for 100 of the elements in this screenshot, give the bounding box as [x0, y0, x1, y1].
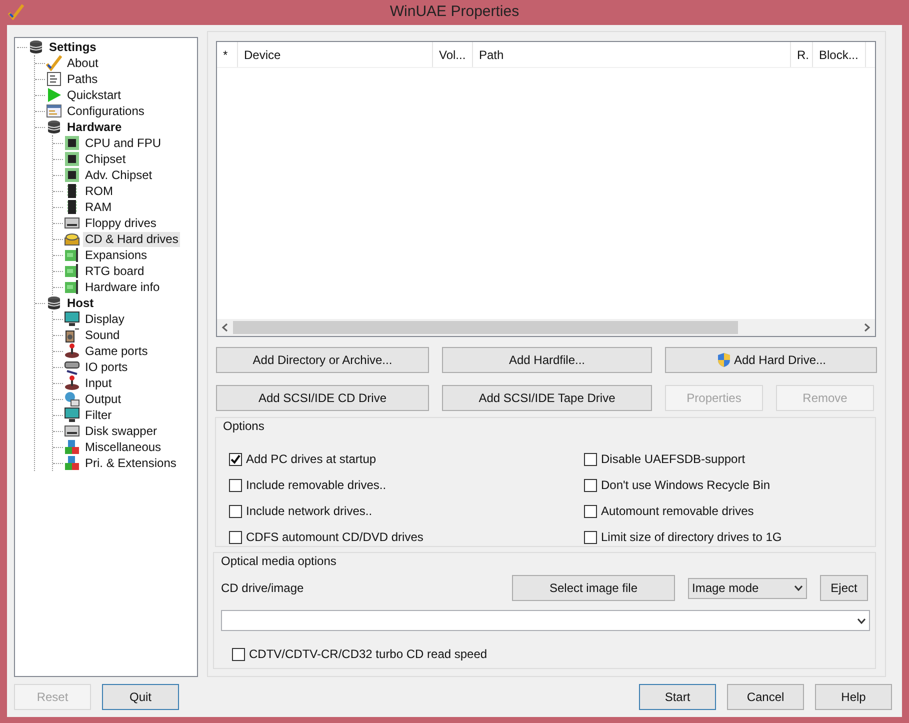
- checkbox[interactable]: [584, 452, 597, 466]
- tree-item[interactable]: RAM: [83, 200, 114, 214]
- joystick-icon: [64, 375, 80, 391]
- group-title: Options: [223, 419, 266, 433]
- mode-dropdown[interactable]: Image mode: [688, 578, 807, 598]
- tree-item[interactable]: About: [65, 56, 100, 70]
- tree-item[interactable]: Input: [83, 376, 114, 390]
- column-header[interactable]: Vol...: [439, 46, 466, 64]
- tree-item[interactable]: ROM: [83, 184, 115, 198]
- tree-item[interactable]: Quickstart: [65, 88, 124, 102]
- chip-icon: [64, 151, 80, 167]
- tree-item[interactable]: Hardware: [65, 120, 124, 134]
- checkbox[interactable]: [229, 478, 242, 492]
- column-header[interactable]: *: [223, 46, 228, 64]
- hard-drive-icon: [64, 231, 80, 247]
- drive-icon: [64, 215, 80, 231]
- tree-item[interactable]: Adv. Chipset: [83, 168, 154, 182]
- tree-item[interactable]: CPU and FPU: [83, 136, 164, 150]
- speaker-icon: [64, 327, 80, 343]
- column-header[interactable]: Device: [244, 46, 281, 64]
- monitor-icon: [64, 407, 80, 423]
- checkbox-label: Limit size of directory drives to 1G: [601, 529, 782, 546]
- checkbox-label: CDTV/CDTV-CR/CD32 turbo CD read speed: [249, 646, 488, 663]
- form-icon: [46, 103, 62, 119]
- tree-item[interactable]: Configurations: [65, 104, 146, 118]
- tree-item[interactable]: Pri. & Extensions: [83, 456, 178, 470]
- play-icon: [46, 87, 62, 103]
- tree-item[interactable]: CD & Hard drives: [83, 232, 180, 246]
- button[interactable]: Add Directory or Archive...: [216, 347, 429, 373]
- checkbox[interactable]: [232, 648, 245, 660]
- tree-item[interactable]: Output: [83, 392, 124, 406]
- tree-item[interactable]: Chipset: [83, 152, 128, 166]
- checkbox-label: Add PC drives at startup: [246, 451, 376, 468]
- checkbox-label: Include removable drives..: [246, 477, 386, 494]
- scroll-left-icon: [221, 323, 229, 332]
- chevron-down-icon: [794, 585, 803, 591]
- tree-item[interactable]: Expansions: [83, 248, 150, 262]
- button[interactable]: Cancel: [727, 684, 804, 710]
- expansion-card-icon: [64, 263, 80, 279]
- checkbox-label: Disable UAEFSDB-support: [601, 451, 746, 468]
- expansion-card-icon: [64, 247, 80, 263]
- checkmark-icon: [46, 55, 62, 71]
- chip-icon: [64, 135, 80, 151]
- disk-stack-icon: [46, 119, 62, 135]
- field-label: CD drive/image: [221, 580, 305, 597]
- button[interactable]: Add SCSI/IDE Tape Drive: [442, 385, 652, 411]
- joystick-icon: [64, 343, 80, 359]
- checkbox[interactable]: [229, 504, 242, 518]
- network-icon: [64, 391, 80, 407]
- checkbox-label: CDFS automount CD/DVD drives: [246, 529, 424, 546]
- button[interactable]: Start: [639, 684, 716, 710]
- tree-item[interactable]: Hardware info: [83, 280, 162, 294]
- document-icon: [46, 71, 62, 87]
- tree-item[interactable]: Miscellaneous: [83, 440, 164, 454]
- chip-icon: [64, 167, 80, 183]
- checkbox[interactable]: [584, 504, 597, 518]
- button[interactable]: Add Hardfile...: [442, 347, 652, 373]
- button[interactable]: Quit: [102, 684, 179, 710]
- tree-item[interactable]: IO ports: [83, 360, 130, 374]
- checkbox[interactable]: [584, 530, 597, 544]
- button[interactable]: Help: [815, 684, 892, 710]
- column-header[interactable]: Path: [479, 46, 504, 64]
- checkmark-icon: [230, 454, 241, 464]
- checkbox-label: Automount removable drives: [601, 503, 754, 520]
- tree-item[interactable]: Display: [83, 312, 126, 326]
- checkbox[interactable]: [584, 478, 597, 492]
- tree-item[interactable]: RTG board: [83, 264, 146, 278]
- tree-item[interactable]: Host: [65, 296, 96, 310]
- expansion-card-icon: [64, 279, 80, 295]
- chevron-down-icon: [857, 618, 866, 624]
- column-header[interactable]: Block...: [819, 46, 858, 64]
- tree-item[interactable]: Paths: [65, 72, 100, 86]
- tree-item[interactable]: Settings: [47, 40, 98, 54]
- tree-item[interactable]: Game ports: [83, 344, 150, 358]
- cubes-icon: [64, 455, 80, 471]
- column-header[interactable]: R.: [797, 46, 809, 64]
- scroll-right-icon: [863, 323, 871, 332]
- eject-button[interactable]: Eject: [820, 575, 868, 601]
- checkmark-icon: [8, 4, 24, 20]
- tree-item[interactable]: Disk swapper: [83, 424, 160, 438]
- tree-item[interactable]: Floppy drives: [83, 216, 158, 230]
- monitor-icon: [64, 311, 80, 327]
- connector-icon: [64, 359, 80, 375]
- checkbox-label: Include network drives..: [246, 503, 372, 520]
- select-image-button[interactable]: Select image file: [512, 575, 675, 601]
- horizontal-scrollbar[interactable]: [217, 319, 875, 336]
- button[interactable]: Add SCSI/IDE CD Drive: [216, 385, 429, 411]
- group-title: Optical media options: [221, 554, 338, 568]
- disk-stack-icon: [28, 39, 44, 55]
- cubes-icon: [64, 439, 80, 455]
- window-title: WinUAE Properties: [390, 2, 520, 22]
- tree-item[interactable]: Filter: [83, 408, 114, 422]
- checkbox[interactable]: [229, 452, 242, 466]
- memory-chip-icon: [64, 199, 80, 215]
- drive-icon: [64, 423, 80, 439]
- button[interactable]: Add Hard Drive...: [665, 347, 877, 373]
- checkbox-label: Don't use Windows Recycle Bin: [601, 477, 770, 494]
- shield-icon: [716, 352, 732, 368]
- checkbox[interactable]: [229, 530, 242, 544]
- tree-item[interactable]: Sound: [83, 328, 122, 342]
